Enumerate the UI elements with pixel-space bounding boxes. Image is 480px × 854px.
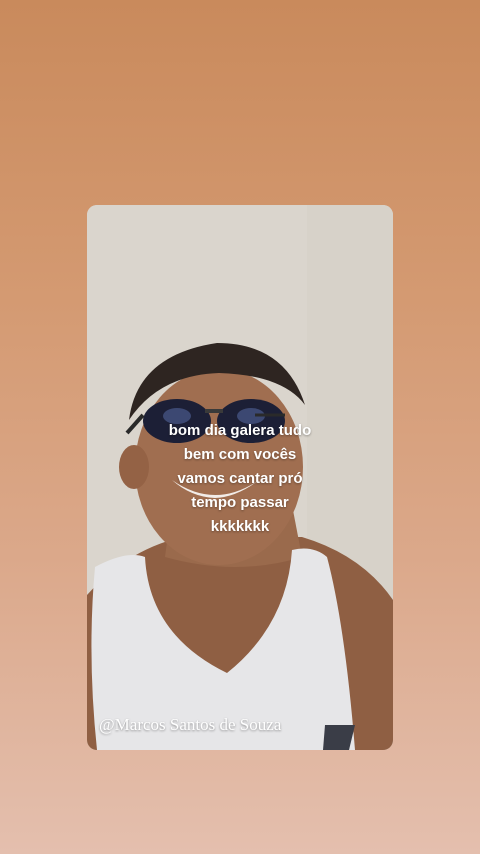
caption-line: bom dia galera tudo — [168, 422, 312, 439]
story-caption: bom dia galera tudo bem com vocês vamos … — [127, 419, 353, 539]
caption-line: kkkkkkk — [210, 518, 270, 535]
caption-line: tempo passar — [191, 494, 289, 511]
story-card[interactable]: bom dia galera tudo bem com vocês vamos … — [87, 205, 393, 750]
caption-line: bem com vocês — [183, 446, 297, 463]
caption-line: vamos cantar pró — [177, 470, 303, 487]
author-watermark: @Marcos Santos de Souza — [99, 715, 282, 734]
